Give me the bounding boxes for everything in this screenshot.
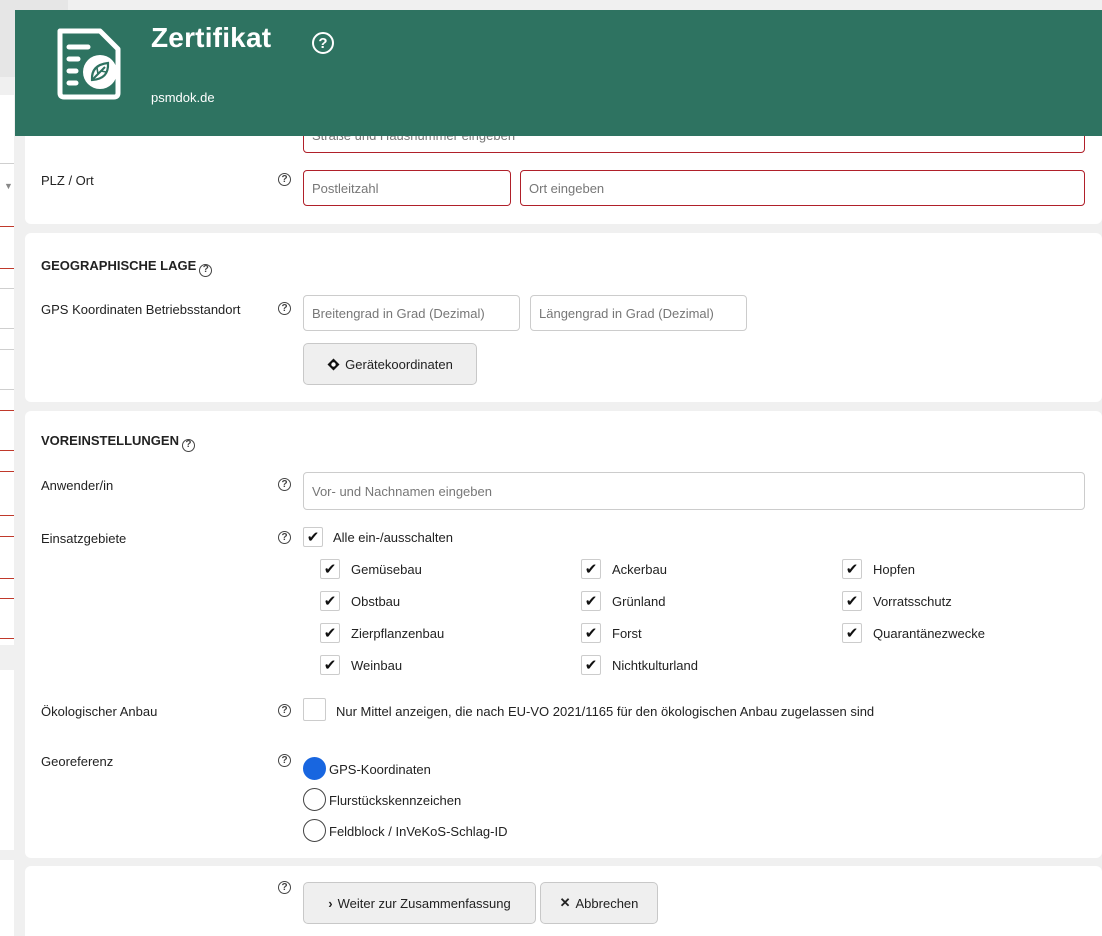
settings-card: VOREINSTELLUNGEN? Anwender/in ? Einsatzg… — [25, 411, 1102, 858]
app-header: Zertifikat ? psmdok.de — [15, 10, 1102, 136]
site-name: psmdok.de — [151, 90, 215, 105]
city-input[interactable] — [520, 170, 1085, 206]
eco-text: Nur Mittel anzeigen, die nach EU-VO 2021… — [336, 704, 875, 719]
user-name-input[interactable] — [303, 472, 1085, 510]
help-icon[interactable]: ? — [278, 531, 291, 544]
dropdown-arrow-icon: ▼ — [4, 181, 13, 191]
area-checkbox-gruenland[interactable]: ✔ — [581, 591, 601, 611]
section-title: GEOGRAPHISCHE LAGE? — [41, 258, 213, 277]
help-icon[interactable]: ? — [278, 754, 291, 767]
area-checkbox-quarantaenezwecke[interactable]: ✔ — [842, 623, 862, 643]
actions-card: ? › Weiter zur Zusammenfassung ✕ Abbrech… — [25, 866, 1102, 936]
eco-checkbox[interactable] — [303, 698, 326, 721]
georef-radio-gps[interactable] — [303, 757, 326, 780]
help-icon[interactable]: ? — [181, 438, 195, 452]
user-label: Anwender/in — [41, 478, 114, 493]
crosshair-icon — [327, 358, 340, 370]
gps-label: GPS Koordinaten Betriebsstandort — [41, 302, 241, 317]
close-icon: ✕ — [559, 895, 571, 910]
background-panel: ▼ — [0, 0, 68, 936]
area-checkbox-nichtkulturland[interactable]: ✔ — [581, 655, 601, 675]
area-label: Grünland — [612, 594, 666, 609]
area-checkbox-forst[interactable]: ✔ — [581, 623, 601, 643]
area-checkbox-weinbau[interactable]: ✔ — [320, 655, 340, 675]
background-card — [0, 860, 14, 936]
help-icon[interactable]: ? — [278, 173, 291, 186]
area-checkbox-obstbau[interactable]: ✔ — [320, 591, 340, 611]
area-label: Vorratsschutz — [873, 594, 952, 609]
help-icon[interactable]: ? — [199, 263, 213, 277]
plz-ort-label: PLZ / Ort — [41, 173, 94, 188]
georef-radio-feldblock[interactable] — [303, 819, 326, 842]
help-icon[interactable]: ? — [278, 302, 291, 315]
help-icon[interactable]: ? — [312, 32, 334, 54]
area-checkbox-ackerbau[interactable]: ✔ — [581, 559, 601, 579]
radio-label: Feldblock / InVeKoS-Schlag-ID — [329, 824, 508, 839]
georef-radio-flurstueck[interactable] — [303, 788, 326, 811]
area-checkbox-gemuesebau[interactable]: ✔ — [320, 559, 340, 579]
longitude-input[interactable] — [530, 295, 747, 331]
postal-code-input[interactable] — [303, 170, 511, 206]
certificate-leaf-icon — [57, 28, 121, 100]
area-label: Weinbau — [351, 658, 403, 673]
help-icon[interactable]: ? — [278, 704, 291, 717]
area-label: Gemüsebau — [351, 562, 422, 577]
help-icon[interactable]: ? — [278, 478, 291, 491]
toggle-all-label: Alle ein-/ausschalten — [333, 530, 453, 545]
georef-label: Georeferenz — [41, 754, 114, 769]
next-summary-button[interactable]: › Weiter zur Zusammenfassung — [303, 882, 536, 924]
area-label: Zierpflanzenbau — [351, 626, 445, 641]
area-checkbox-zierpflanzenbau[interactable]: ✔ — [320, 623, 340, 643]
area-checkbox-vorratsschutz[interactable]: ✔ — [842, 591, 862, 611]
area-checkbox-hopfen[interactable]: ✔ — [842, 559, 862, 579]
latitude-input[interactable] — [303, 295, 520, 331]
chevron-right-icon: › — [328, 895, 333, 911]
area-label: Obstbau — [351, 594, 401, 609]
area-label: Forst — [612, 626, 642, 641]
device-coordinates-button[interactable]: Gerätekoordinaten — [303, 343, 477, 385]
page-title: Zertifikat — [151, 22, 272, 53]
area-label: Nichtkulturland — [612, 658, 698, 673]
radio-label: GPS-Koordinaten — [329, 762, 431, 777]
area-label: Quarantänezwecke — [873, 626, 986, 641]
geo-card: GEOGRAPHISCHE LAGE? GPS Koordinaten Betr… — [25, 233, 1102, 402]
background-card — [0, 95, 14, 645]
help-icon[interactable]: ? — [278, 881, 291, 894]
background-card — [0, 670, 14, 850]
toggle-all-checkbox[interactable]: ✔ — [303, 527, 323, 547]
area-label: Ackerbau — [612, 562, 667, 577]
areas-label: Einsatzgebiete — [41, 531, 127, 546]
eco-label: Ökologischer Anbau — [41, 704, 158, 719]
section-title: VOREINSTELLUNGEN? — [41, 433, 195, 452]
radio-label: Flurstückskennzeichen — [329, 793, 462, 808]
cancel-button[interactable]: ✕ Abbrechen — [540, 882, 658, 924]
area-label: Hopfen — [873, 562, 915, 577]
